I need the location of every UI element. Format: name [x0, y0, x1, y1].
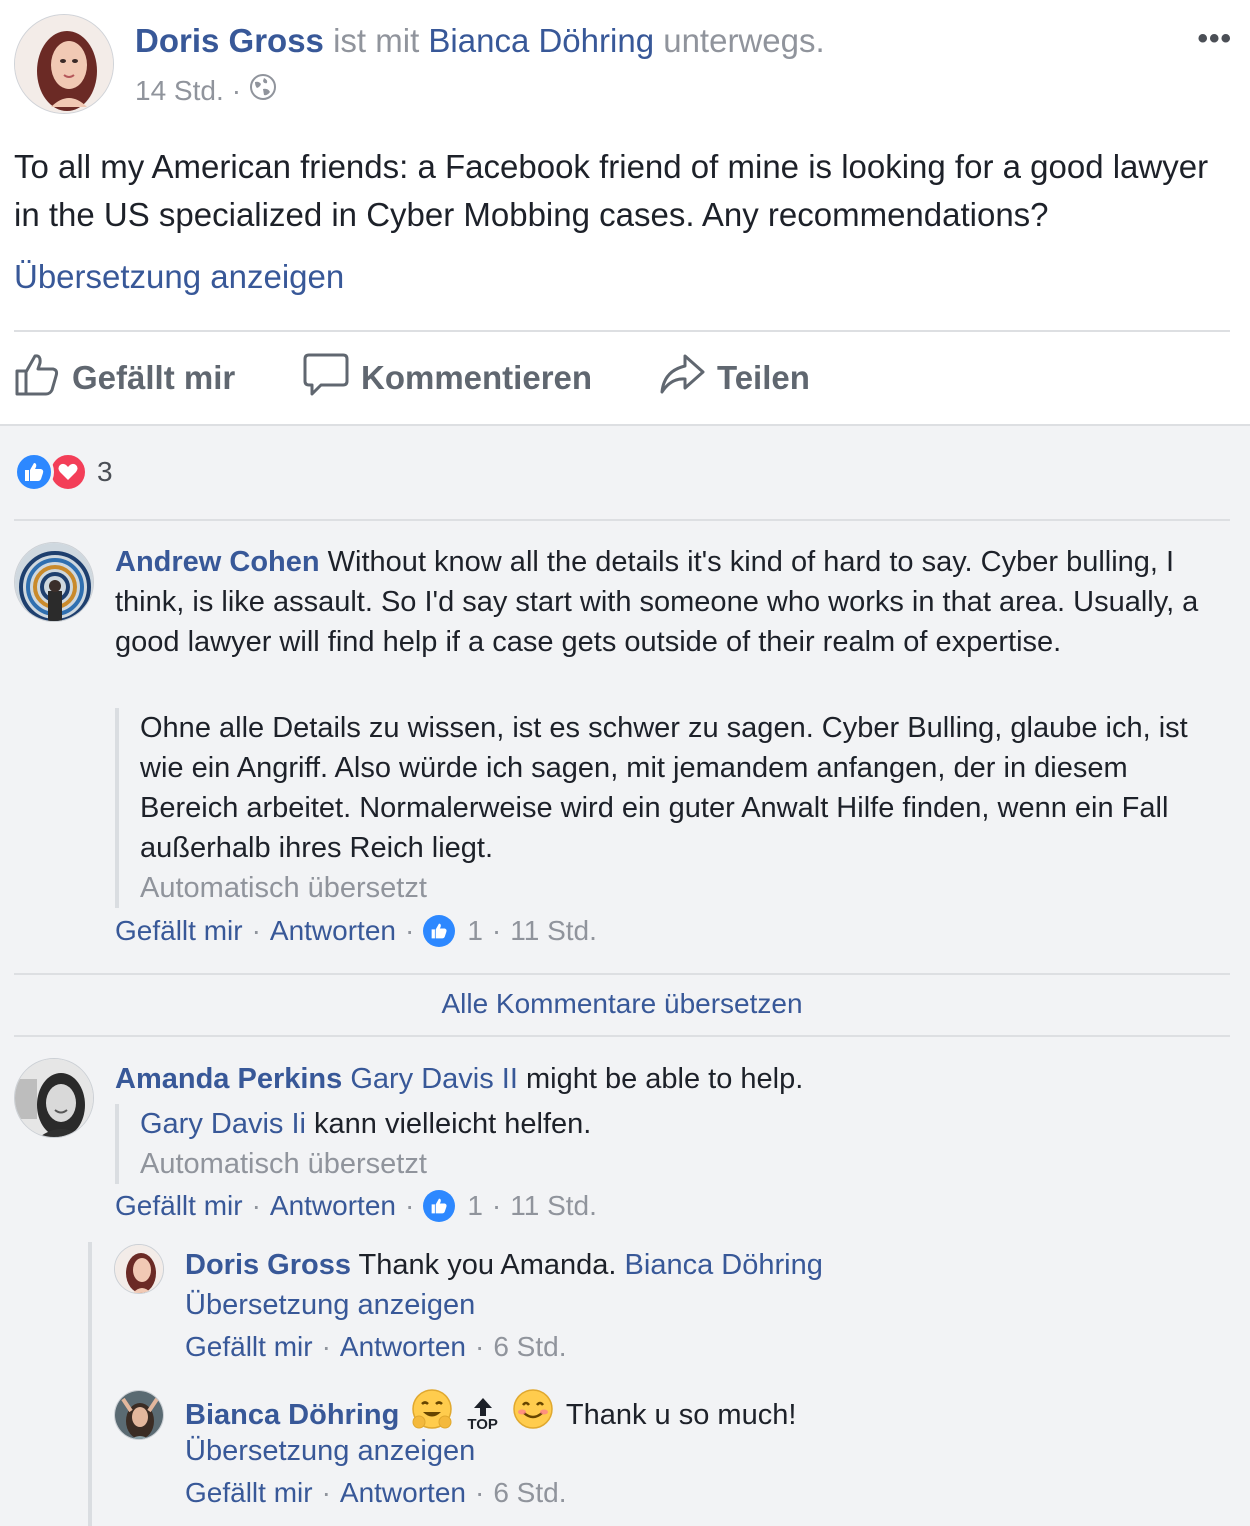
translation-mention[interactable]: Gary Davis Ii: [140, 1108, 306, 1140]
translate-all-comments-link[interactable]: Alle Kommentare übersetzen: [0, 988, 1244, 1020]
comment-like-icon: [423, 915, 456, 947]
reply-thread-line: [88, 1242, 92, 1526]
post-text: To all my American friends: a Facebook f…: [14, 148, 1209, 233]
share-button[interactable]: Teilen: [659, 351, 810, 405]
reactions-divider: [14, 519, 1230, 521]
actions-divider: [14, 330, 1230, 332]
love-reaction-icon: [48, 452, 88, 492]
comment-like-link[interactable]: Gefällt mir: [115, 915, 243, 947]
reply-mention[interactable]: Bianca Döhring: [625, 1249, 823, 1281]
reactions-summary[interactable]: 3: [14, 452, 113, 492]
auto-translated-note: Automatisch übersetzt: [140, 872, 427, 904]
comment-reply-link[interactable]: Antworten: [270, 915, 396, 947]
meta-separator: ·: [231, 74, 242, 106]
comment-translation: Ohne alle Details zu wissen, ist es schw…: [115, 708, 1215, 908]
reply-author[interactable]: Doris Gross: [185, 1249, 351, 1281]
reply-see-translation-link[interactable]: Übersetzung anzeigen: [185, 1431, 475, 1471]
more-options-icon[interactable]: •••: [1197, 22, 1232, 56]
reply-author-avatar[interactable]: [114, 1244, 164, 1294]
comment-amanda: Amanda Perkins Gary Davis II might be ab…: [115, 1059, 1215, 1099]
globe-icon[interactable]: [249, 73, 277, 108]
comment-like-icon: [423, 1190, 456, 1222]
see-translation-link[interactable]: Übersetzung anzeigen: [14, 258, 344, 296]
comment-actions: Gefällt mir · Antworten · 1 · 11 Std.: [115, 1190, 597, 1222]
commenter-avatar[interactable]: [14, 542, 94, 622]
smiling-face-emoji: [512, 1388, 554, 1441]
share-arrow-icon: [659, 351, 705, 405]
reply-timestamp[interactable]: 6 Std.: [493, 1477, 566, 1509]
reactions-count: 3: [97, 456, 113, 487]
auto-translated-note: Automatisch übersetzt: [140, 1148, 427, 1180]
comment-timestamp[interactable]: 11 Std.: [510, 1190, 597, 1222]
reply-doris: Doris Gross Thank you Amanda. Bianca Döh…: [185, 1245, 1225, 1285]
comment-author[interactable]: Amanda Perkins: [115, 1063, 342, 1095]
like-reaction-icon: [14, 452, 54, 492]
post-meta: 14 Std. ·: [135, 73, 277, 108]
share-label: Teilen: [717, 359, 810, 396]
speech-bubble-icon: [303, 351, 349, 405]
reply-actions: Gefällt mir · Antworten · 6 Std.: [185, 1331, 567, 1363]
reply-like-link[interactable]: Gefällt mir: [185, 1477, 313, 1509]
commenter-avatar[interactable]: [14, 1058, 94, 1138]
post-author-name[interactable]: Doris Gross: [135, 22, 324, 59]
comment-label: Kommentieren: [361, 359, 593, 396]
with-text: ist mit: [323, 22, 429, 59]
reply-reply-link[interactable]: Antworten: [340, 1477, 466, 1509]
post-action-bar: Gefällt mir Kommentieren Teilen: [14, 350, 810, 406]
translation-text: Ohne alle Details zu wissen, ist es schw…: [140, 712, 1188, 864]
reply-body: Thank you Amanda.: [351, 1249, 625, 1281]
reply-actions: Gefällt mir · Antworten · 6 Std.: [185, 1477, 567, 1509]
comment-author[interactable]: Andrew Cohen: [115, 546, 320, 578]
comment-actions: Gefällt mir · Antworten · 1 · 11 Std.: [115, 915, 597, 947]
translate-divider-top: [14, 973, 1230, 975]
like-label: Gefällt mir: [72, 359, 236, 396]
top-label: TOP: [467, 1416, 498, 1433]
comment-like-count[interactable]: 1: [467, 1190, 483, 1222]
tagged-friend[interactable]: Bianca Döhring: [428, 22, 654, 59]
comment-andrew: Andrew Cohen Without know all the detail…: [115, 542, 1215, 662]
comment-translation: Gary Davis Ii kann vielleicht helfen. Au…: [115, 1104, 1215, 1184]
comment-timestamp[interactable]: 11 Std.: [510, 915, 597, 947]
translate-divider-bottom: [14, 1035, 1230, 1037]
header-suffix: unterwegs.: [654, 22, 825, 59]
reply-see-translation-link[interactable]: Übersetzung anzeigen: [185, 1285, 475, 1325]
reply-reply-link[interactable]: Antworten: [340, 1331, 466, 1363]
post-header: Doris Gross ist mit Bianca Döhring unter…: [135, 22, 825, 60]
comment-like-count[interactable]: 1: [467, 915, 483, 947]
comment-reply-link[interactable]: Antworten: [270, 1190, 396, 1222]
post-timestamp[interactable]: 14 Std.: [135, 75, 224, 107]
comment-like-link[interactable]: Gefällt mir: [115, 1190, 243, 1222]
translation-text: kann vielleicht helfen.: [305, 1108, 592, 1140]
reply-body: Thank u so much!: [565, 1398, 797, 1431]
comment-button[interactable]: Kommentieren: [303, 351, 659, 405]
reply-author[interactable]: Bianca Döhring: [185, 1395, 399, 1435]
reply-like-link[interactable]: Gefällt mir: [185, 1331, 313, 1363]
comment-mention[interactable]: Gary Davis II: [350, 1063, 518, 1095]
like-button[interactable]: Gefällt mir: [14, 351, 303, 405]
comment-body: might be able to help.: [517, 1063, 804, 1095]
reply-author-avatar[interactable]: [114, 1390, 164, 1440]
thumbs-up-icon: [14, 351, 60, 405]
post-author-avatar[interactable]: [14, 14, 114, 114]
top-arrow-emoji: TOP: [467, 1397, 498, 1432]
reply-timestamp[interactable]: 6 Std.: [493, 1331, 566, 1363]
